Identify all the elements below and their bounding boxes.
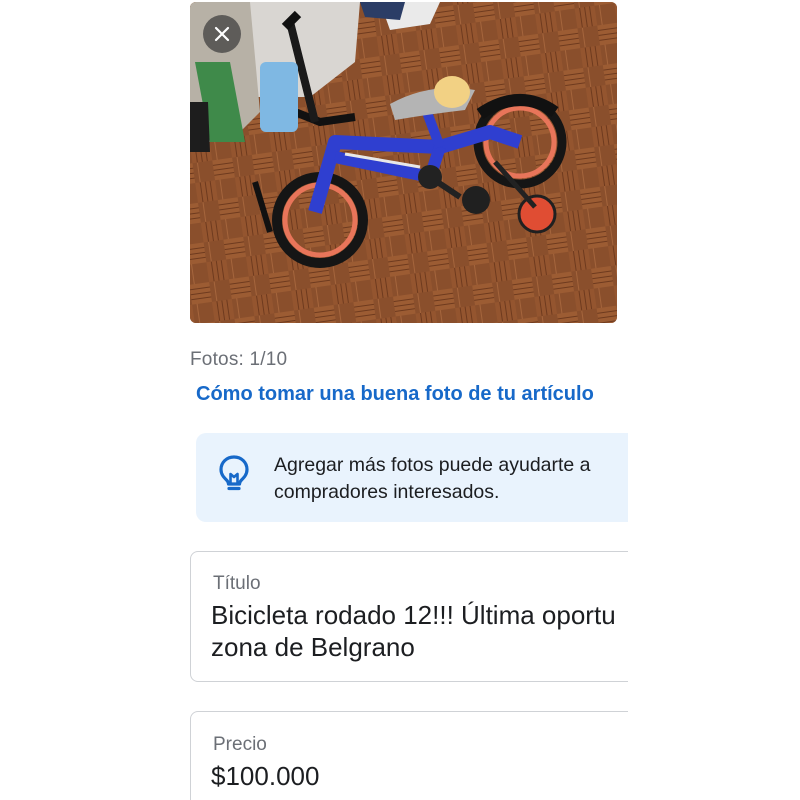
photo-tips-link[interactable]: Cómo tomar una buena foto de tu artículo [196,383,594,406]
photo-count-label: Fotos: 1/10 [190,349,288,370]
listing-editor: Fotos: 1/10 Cómo tomar una buena foto de… [0,0,800,800]
price-field-value[interactable]: $100.000 [211,760,628,792]
title-field-label: Título [213,573,261,594]
photo-tip-banner: Agregar más fotos puede ayudarte a compr… [196,433,628,522]
price-field-label: Precio [213,734,267,755]
title-field-value[interactable]: Bicicleta rodado 12!!! Última oportu zon… [211,599,628,663]
title-field[interactable]: Título Bicicleta rodado 12!!! Última opo… [190,551,628,682]
close-photo-button[interactable] [203,15,241,53]
price-field[interactable]: Precio $100.000 [190,711,628,800]
bicycle-photo-image [190,2,617,323]
photo-tip-text: Agregar más fotos puede ayudarte a compr… [274,454,591,503]
listing-photo[interactable] [190,2,617,323]
lightbulb-icon [219,455,249,491]
content-viewport: Fotos: 1/10 Cómo tomar una buena foto de… [0,0,628,800]
close-icon [214,26,230,42]
